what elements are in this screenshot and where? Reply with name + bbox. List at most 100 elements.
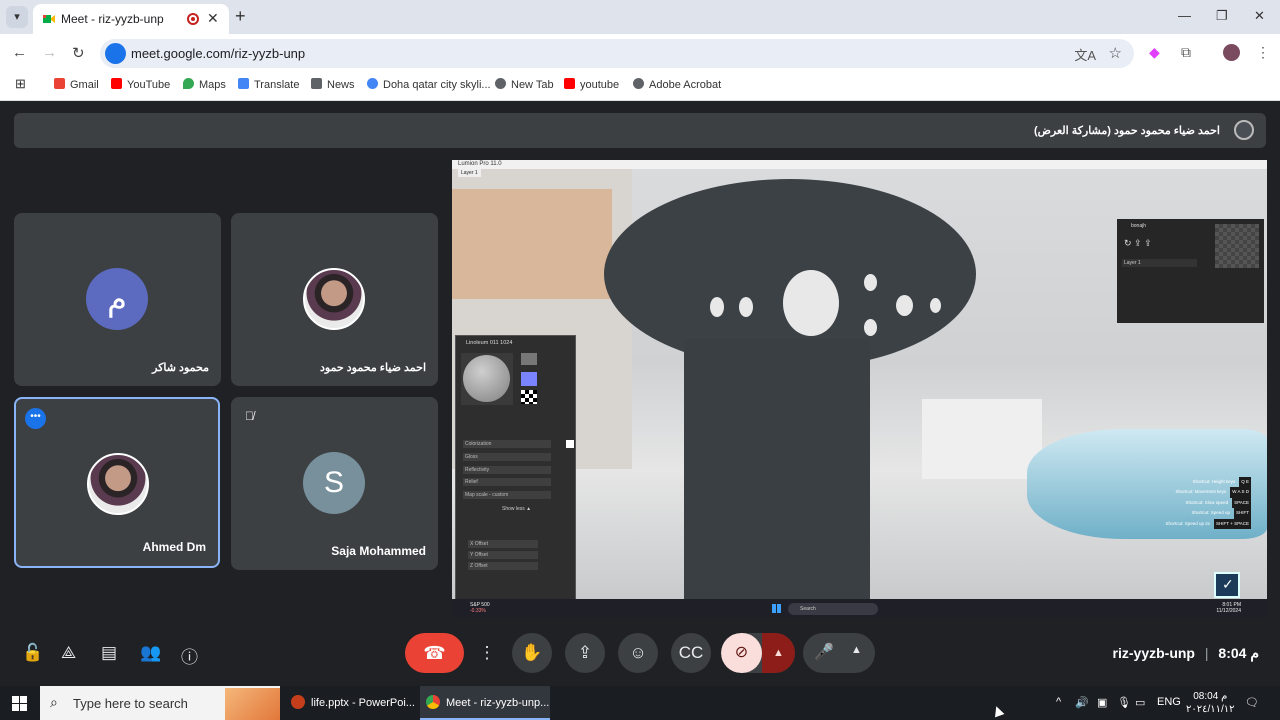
offset-row: Z Offset xyxy=(468,562,538,570)
material-preview xyxy=(461,353,513,405)
forward-icon[interactable]: → xyxy=(42,44,57,61)
participant-name: Saja Mohammed xyxy=(331,544,426,558)
confirm-check-icon xyxy=(1214,572,1240,598)
avatar: S xyxy=(303,452,365,514)
maximize-button[interactable]: ❐ xyxy=(1216,8,1228,24)
participant-tile[interactable]: م محمود شاكر xyxy=(14,213,221,386)
extension-icon[interactable]: ◆ xyxy=(1149,44,1160,61)
apps-grid-icon[interactable]: ⊞ xyxy=(15,76,26,92)
info-icon[interactable]: ⓘ xyxy=(181,643,198,668)
show-less-toggle: Show less ▲ xyxy=(502,506,532,512)
notifications-icon[interactable]: 🗨 xyxy=(1245,696,1259,709)
bookmark-youtube-2[interactable]: youtube xyxy=(564,78,619,91)
material-prop-row: Colorization xyxy=(463,440,551,448)
more-actions-icon[interactable]: ⋮ xyxy=(467,633,507,673)
scene-dot xyxy=(930,298,941,313)
scene-dial xyxy=(783,270,839,336)
reload-icon[interactable]: ↻ xyxy=(72,44,85,62)
participant-tile-self[interactable]: ••• Ahmed Dm xyxy=(14,397,220,568)
search-icon: ⌕ xyxy=(50,694,58,710)
scene-dot xyxy=(710,297,724,317)
mic-options-chevron-icon[interactable]: ▲ xyxy=(851,644,862,656)
swatch-gray xyxy=(521,353,537,365)
maps-icon xyxy=(183,78,194,89)
offset-row: X Offset xyxy=(468,540,538,548)
layers-panel: bonajh ↻ ⇪ ⇪ Layer 1 xyxy=(1117,219,1264,323)
object-thumbnail xyxy=(1215,224,1259,268)
present-screen-icon[interactable]: ⇪ xyxy=(565,633,605,673)
site-info-icon[interactable] xyxy=(105,43,126,64)
meeting-time: 8:04 م xyxy=(1218,645,1259,661)
tab-meet[interactable]: Meet - riz-yyzb-unp ✕ xyxy=(33,4,229,34)
extensions-puzzle-icon[interactable]: ⧉ xyxy=(1181,44,1191,61)
layer-tab: Layer 1 xyxy=(458,169,481,177)
people-icon[interactable]: 👥 xyxy=(140,643,161,663)
reactions-icon[interactable]: ☺ xyxy=(618,633,658,673)
bookmark-translate[interactable]: Translate xyxy=(238,78,299,91)
profile-avatar[interactable] xyxy=(1223,44,1240,61)
taskbar-app-powerpoint[interactable]: life.pptx - PowerPoi... xyxy=(285,686,415,720)
bookmark-youtube[interactable]: YouTube xyxy=(111,78,170,91)
translate-icon[interactable]: 文A xyxy=(1074,45,1096,64)
translate-bookmark-icon xyxy=(238,78,249,89)
bookmark-doha[interactable]: Doha qatar city skyli... xyxy=(367,78,491,91)
battery-icon[interactable]: ▭ xyxy=(1135,696,1145,709)
shared-screen[interactable]: Lumion Pro 11.0 Layer 1 Linoleum 011 102… xyxy=(452,160,1267,618)
system-clock[interactable]: 08:04 م ٢٠٢٤/١١/١٢ xyxy=(1186,690,1235,716)
meet-favicon-icon xyxy=(43,15,55,23)
captions-icon[interactable]: CC xyxy=(671,633,711,673)
material-name: Linoleum 011 1024 xyxy=(466,340,513,346)
layer-select: Layer 1 xyxy=(1122,259,1197,267)
minimize-button[interactable]: — xyxy=(1178,8,1191,23)
windows-search-box[interactable]: ⌕ Type here to search xyxy=(40,686,280,720)
leave-call-button[interactable]: ☎ xyxy=(405,633,464,673)
close-tab-icon[interactable]: ✕ xyxy=(207,10,219,27)
menu-kebab-icon[interactable]: ⋮ xyxy=(1256,44,1270,61)
windows-start-icon[interactable] xyxy=(12,696,27,711)
bookmark-star-icon[interactable]: ☆ xyxy=(1109,44,1122,62)
activities-icon[interactable]: ⟁ xyxy=(61,643,76,663)
scene-wood-panel xyxy=(452,189,612,299)
presenter-avatar xyxy=(1234,120,1254,140)
taskbar-app-chrome[interactable]: Meet - riz-yyzb-unp... xyxy=(420,686,550,720)
language-indicator[interactable]: ENG xyxy=(1157,696,1181,708)
camera-control-group: ⊘ ▲ xyxy=(721,633,795,673)
scene-bed xyxy=(922,399,1042,479)
more-options-button[interactable]: ••• xyxy=(25,408,46,429)
participant-tile[interactable]: 🎙̸ S Saja Mohammed xyxy=(231,397,438,570)
material-prop-row: Map scale - custom xyxy=(463,491,551,499)
meet-stage: احمد ضياء محمود حمود (مشاركة العرض) م مح… xyxy=(0,101,1280,686)
presenter-banner: احمد ضياء محمود حمود (مشاركة العرض) xyxy=(14,113,1266,148)
scene-dot xyxy=(896,295,913,316)
bookmark-maps[interactable]: Maps xyxy=(183,78,226,91)
bookmark-new-tab[interactable]: New Tab xyxy=(495,78,554,91)
shortcut-row: Shortcut: Speed up 2x SHIFT + SPACE xyxy=(1166,518,1251,530)
new-tab-button[interactable]: + xyxy=(235,6,246,27)
bookmark-news[interactable]: News xyxy=(311,78,355,91)
back-icon[interactable]: ← xyxy=(12,44,27,61)
camera-options-chevron-icon[interactable]: ▲ xyxy=(762,633,795,673)
bookmarks-bar: ⊞ Gmail YouTube Maps Translate News Doha… xyxy=(0,72,1280,101)
raise-hand-icon[interactable]: ✋ xyxy=(512,633,552,673)
material-panel: Linoleum 011 1024 Colorization Gloss Ref… xyxy=(455,335,576,603)
youtube-icon xyxy=(564,78,575,89)
volume-icon[interactable]: 🔊 xyxy=(1075,696,1089,709)
participant-tile[interactable]: احمد ضياء محمود حمود xyxy=(231,213,438,386)
bookmark-gmail[interactable]: Gmail xyxy=(54,78,99,91)
microphone-icon[interactable]: 🎤 xyxy=(814,642,834,662)
meeting-info: riz-yyzb-unp | 8:04 م xyxy=(1113,645,1259,662)
host-controls-icon[interactable]: 🔓 xyxy=(22,643,43,663)
tab-search-button[interactable]: ▾ xyxy=(6,6,28,28)
address-bar[interactable]: meet.google.com/riz-yyzb-unp 文A ☆ xyxy=(100,39,1134,68)
search-highlight-image xyxy=(225,688,280,720)
offset-row: Y Offset xyxy=(468,551,538,559)
bookmark-adobe-acrobat[interactable]: Adobe Acrobat xyxy=(633,78,721,91)
chat-icon[interactable]: ▤ xyxy=(101,643,117,663)
swatch-checker xyxy=(521,390,537,404)
camera-off-icon[interactable]: ⊘ xyxy=(721,633,762,673)
tray-app-icon[interactable]: ▣ xyxy=(1097,696,1107,709)
close-window-button[interactable]: ✕ xyxy=(1254,8,1265,24)
mic-tray-icon[interactable]: 🎙 xyxy=(1117,696,1131,709)
tray-overflow-icon[interactable]: ^ xyxy=(1056,696,1061,708)
lumion-title-bar: Lumion Pro 11.0 xyxy=(452,160,1267,169)
